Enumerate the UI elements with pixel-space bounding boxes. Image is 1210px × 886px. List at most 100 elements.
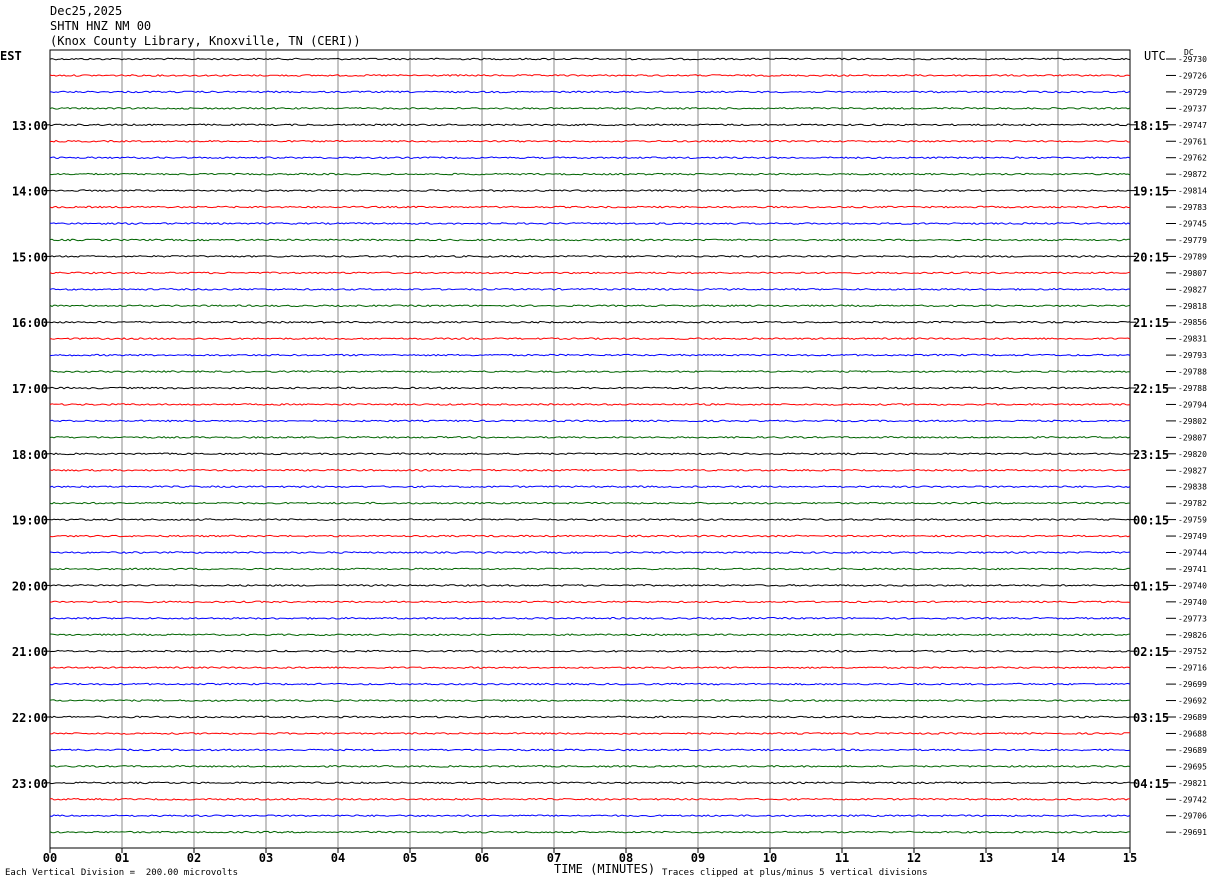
x-tick-label: 12 (907, 851, 921, 865)
dc-offset-label: -29789 (1178, 252, 1207, 261)
dc-offset-label: -29742 (1178, 795, 1207, 804)
seismogram-plot: 00 01 02 03 04 05 06 07 08 09 10 11 12 13 14 15-29730-2… (12, 49, 1207, 865)
dc-offset-label: -29745 (1178, 220, 1207, 229)
x-tick-label: 11 (835, 851, 849, 865)
dc-offset-label: -29744 (1178, 549, 1207, 558)
seismic-trace (49, 57, 1131, 61)
seismic-trace (49, 452, 1131, 456)
right-hour-label: 01:15 (1133, 579, 1169, 593)
dc-offset-label: -29737 (1178, 104, 1207, 113)
dc-offset-label: -29782 (1178, 499, 1207, 508)
dc-offset-label: -29818 (1178, 302, 1207, 311)
seismic-trace (49, 501, 1130, 505)
right-hour-label: 04:15 (1133, 777, 1169, 791)
x-tick-label: 01 (115, 851, 129, 865)
dc-offset-label: -29695 (1178, 762, 1207, 771)
seismic-trace (49, 633, 1131, 637)
seismic-trace (49, 205, 1130, 209)
right-hour-label: 20:15 (1133, 250, 1169, 264)
right-hour-label: 21:15 (1133, 316, 1169, 330)
left-hour-label: 15:00 (12, 250, 48, 264)
seismic-trace (49, 699, 1130, 702)
left-hour-label: 20:00 (12, 579, 48, 593)
dc-offset-label: -29740 (1178, 598, 1207, 607)
seismic-trace (49, 830, 1131, 834)
x-tick-label: 04 (331, 851, 345, 865)
left-hour-label: 17:00 (12, 382, 48, 396)
dc-offset-label: -29838 (1178, 483, 1207, 492)
dc-offset-label: -29794 (1178, 400, 1207, 409)
right-hour-label: 00:15 (1133, 514, 1169, 528)
dc-offset-label: -29759 (1178, 516, 1207, 525)
dc-offset-label: -29716 (1178, 664, 1207, 673)
seismic-trace (49, 353, 1131, 357)
x-tick-label: 10 (763, 851, 777, 865)
seismic-trace (49, 304, 1131, 308)
dc-offset-label: -29691 (1178, 828, 1207, 837)
right-hour-label: 18:15 (1133, 119, 1169, 133)
seismic-trace (49, 551, 1131, 554)
dc-offset-label: -29749 (1178, 532, 1207, 541)
seismic-trace (49, 386, 1131, 390)
left-hour-label: 14:00 (12, 185, 48, 199)
seismic-trace (49, 271, 1131, 275)
seismic-trace (49, 435, 1131, 439)
dc-offset-label: -29872 (1178, 170, 1207, 179)
dc-offset-label: -29761 (1178, 137, 1207, 146)
dc-offset-label: -29827 (1178, 285, 1207, 294)
seismic-trace (49, 156, 1131, 160)
seismic-trace (49, 534, 1131, 538)
seismic-trace (50, 222, 1131, 225)
x-tick-label: 06 (475, 851, 489, 865)
left-hour-label: 21:00 (12, 645, 48, 659)
dc-offset-label: -29747 (1178, 121, 1207, 130)
seismic-trace (49, 90, 1131, 94)
right-hour-label: 23:15 (1133, 448, 1169, 462)
dc-offset-label: -29826 (1178, 631, 1207, 640)
dc-offset-label: -29699 (1178, 680, 1207, 689)
x-tick-label: 02 (187, 851, 201, 865)
right-hour-label: 19:15 (1133, 185, 1169, 199)
seismic-trace (49, 616, 1131, 620)
left-hour-label: 22:00 (12, 711, 48, 725)
x-tick-label: 15 (1123, 851, 1137, 865)
seismic-trace (49, 189, 1131, 193)
dc-offset-label: -29807 (1178, 269, 1207, 278)
dc-offset-label: -29730 (1178, 55, 1207, 64)
dc-offset-label: -29788 (1178, 384, 1207, 393)
left-hour-label: 23:00 (12, 777, 48, 791)
seismic-trace (49, 781, 1131, 785)
x-axis-title: TIME (MINUTES) (554, 862, 656, 876)
x-tick-label: 03 (259, 851, 273, 865)
dc-offset-label: -29726 (1178, 71, 1207, 80)
seismic-trace (49, 419, 1131, 423)
seismic-trace (49, 583, 1131, 587)
dc-offset-label: -29814 (1178, 187, 1207, 196)
dc-offset-label: -29783 (1178, 203, 1207, 212)
seismic-trace (49, 600, 1131, 604)
right-hour-label: 03:15 (1133, 711, 1169, 725)
clip-note: Traces clipped at plus/minus 5 vertical … (662, 868, 928, 878)
x-tick-label: 05 (403, 851, 417, 865)
seismic-trace (49, 106, 1131, 110)
left-hour-label: 13:00 (12, 119, 48, 133)
dc-offset-label: -29706 (1178, 812, 1207, 821)
seismic-trace (49, 337, 1131, 341)
dc-offset-label: -29856 (1178, 318, 1207, 327)
seismic-trace (49, 74, 1131, 77)
right-hour-label: 02:15 (1133, 645, 1169, 659)
dc-offset-label: -29802 (1178, 417, 1207, 426)
left-hour-label: 16:00 (12, 316, 48, 330)
seismic-trace (49, 287, 1131, 291)
left-hour-label: 19:00 (12, 514, 48, 528)
seismic-trace (49, 682, 1131, 686)
dc-offset-label: -29741 (1178, 565, 1207, 574)
dc-offset-label: -29788 (1178, 368, 1207, 377)
dc-offset-label: -29773 (1178, 614, 1207, 623)
scale-note: Each Vertical Division = 200.00 microvol… (5, 868, 238, 878)
dc-offset-label: -29740 (1178, 581, 1207, 590)
right-hour-label: 22:15 (1133, 382, 1169, 396)
seismic-trace (49, 797, 1130, 801)
seismic-trace (49, 764, 1131, 768)
seismic-trace (49, 403, 1131, 406)
